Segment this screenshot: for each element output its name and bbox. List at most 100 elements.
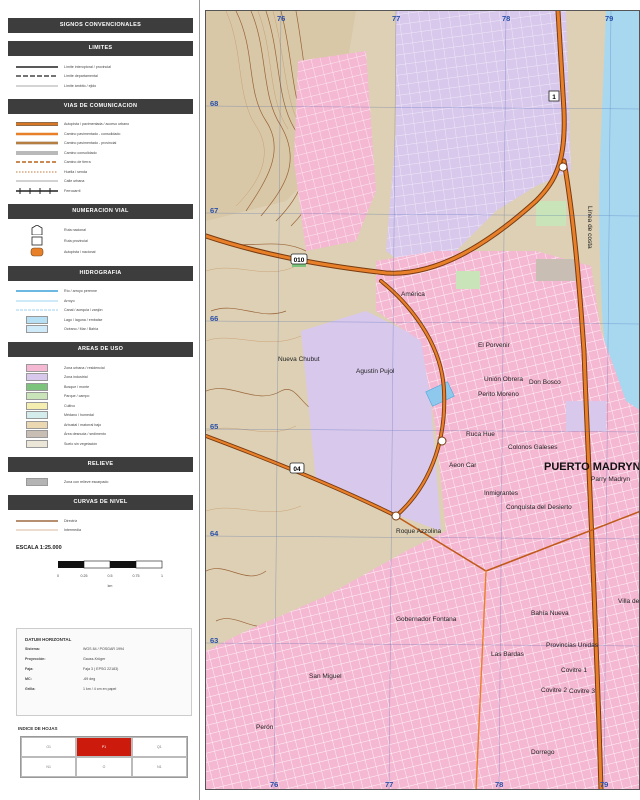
legend-item: Zona con relieve escarpado <box>16 478 193 488</box>
legend-item: Autopista / pavimentada / acceso urbano <box>16 122 130 127</box>
legend-item: Suelo sin vegetación <box>16 439 193 449</box>
legend-item: Bosque / monte <box>16 382 193 392</box>
sheet-index-title: INDICE DE HOJAS <box>18 726 58 731</box>
legend-item: Calle urbana <box>16 179 85 184</box>
place-label: América <box>401 291 425 298</box>
legend-item: Camino de tierra <box>16 160 91 165</box>
legend-item: Zona industrial <box>16 373 193 383</box>
legend-item: Huella / senda <box>16 169 87 174</box>
datum-box: DATUM HORIZONTAL Sistema: WGS 84 / POSGAR… <box>16 628 192 716</box>
sheet-cell[interactable]: O1 <box>21 737 77 757</box>
grid-label: 65 <box>210 422 218 431</box>
section-vias: VIAS DE COMUNICACION <box>8 98 193 114</box>
legend-item: Ruta nacional <box>16 225 193 236</box>
section-numeracion: NUMERACION VIAL <box>8 203 193 219</box>
grid-label: 76 <box>270 780 278 789</box>
datum-row: Faja: Faja 3 ( EPSG 22183) <box>25 667 119 671</box>
sheet-cell[interactable]: O <box>76 757 132 777</box>
place-label: Las Bardas <box>491 651 525 658</box>
grid-label: 76 <box>277 14 285 23</box>
scale-tick: 1 <box>161 574 163 578</box>
legend-item: Camino consolidado <box>16 150 97 155</box>
place-label: Gobernador Fontana <box>396 616 457 623</box>
place-label: Parry Madryn <box>591 476 630 483</box>
place-label: Covitre 3 <box>569 688 595 695</box>
place-label: San Miguel <box>309 673 342 680</box>
section-curvas: CURVAS DE NIVEL <box>8 495 193 510</box>
svg-text:04: 04 <box>293 466 301 473</box>
place-label: Covitre 1 <box>561 667 587 674</box>
place-label: Dorrego <box>531 749 555 756</box>
legend-item: Parque / campo <box>16 392 193 402</box>
sheet-index-grid: O1 P1 Q1 N1 O N1 <box>20 736 188 778</box>
place-label: Bahía Nueva <box>531 610 569 617</box>
grid-label: 63 <box>210 636 218 645</box>
legend-item: Límite interoptoral / provincial <box>16 64 111 69</box>
legend-item: Cultivo <box>16 401 193 411</box>
sheet-cell[interactable]: N1 <box>21 757 77 777</box>
coast-label: Línea de costa <box>586 206 593 249</box>
grid-label: 64 <box>210 529 219 538</box>
legend-title: SIGNOS CONVENCIONALES <box>8 18 193 33</box>
legend-item: Río / arroyo perenne <box>16 289 97 294</box>
place-label: Conquista del Desierto <box>506 504 572 511</box>
legend-item: Zona urbana / residencial <box>16 363 193 373</box>
place-label: Agustín Pujol <box>356 368 395 375</box>
datum-row: MC: -69 deg <box>25 677 96 681</box>
legend-item: Área desnuda / sedimento <box>16 430 193 440</box>
grid-label: 78 <box>495 780 503 789</box>
place-label: Unión Obrera <box>484 376 523 383</box>
legend-item: Directriz <box>16 518 78 523</box>
grid-label: 77 <box>385 780 393 789</box>
place-label: Ruca Hue <box>466 431 495 438</box>
legend-item: Arbustal / matorral bajo <box>16 420 193 430</box>
legend-item: Límite departamental <box>16 74 98 79</box>
grid-label: 68 <box>210 99 218 108</box>
place-label: Roque Azzolina <box>396 528 442 535</box>
legend-item: Autopista / nacional <box>16 247 193 258</box>
place-label: Perito Moreno <box>478 391 519 398</box>
legend-item: Camino pavimentado - provincial <box>16 141 117 146</box>
legend-item: Límite ámbito / ejido <box>16 83 97 88</box>
place-label: Aeon Car <box>449 462 477 469</box>
legend-item: Ferrocarril <box>16 187 81 194</box>
datum-row: Grilla: 1 km / 4 cm en papel <box>25 687 117 691</box>
place-label: Villa de <box>618 598 640 605</box>
place-label: Don Bosco <box>529 379 561 386</box>
grid-label: 79 <box>605 14 613 23</box>
datum-row: Sistema: WGS 84 / POSGAR 1994 <box>25 647 124 651</box>
datum-title: DATUM HORIZONTAL <box>25 637 72 642</box>
section-hidrografia: HIDROGRAFIA <box>8 265 193 281</box>
sheet-cell[interactable]: N1 <box>131 757 187 777</box>
place-label: Inmigrantes <box>484 490 519 497</box>
place-label: Covitre 2 <box>541 687 567 694</box>
legend-item: Ruta provincial <box>16 236 193 247</box>
shield-icon <box>30 247 44 257</box>
scale-tick: 0.75 <box>133 574 140 578</box>
place-label: El Porvenir <box>478 342 511 349</box>
legend-item: Océano / Mar / Bahía <box>16 325 193 335</box>
place-label: Perón <box>256 724 274 731</box>
grid-label: 77 <box>392 14 400 23</box>
city-label: PUERTO MADRYN <box>544 461 640 473</box>
legend-item: Canal / acequia / zanjón <box>16 308 103 313</box>
scale-unit: km <box>108 584 113 588</box>
sheet-cell-current[interactable]: P1 <box>76 737 132 757</box>
map-frame[interactable]: Línea de costa 76 77 78 79 76 77 78 79 6… <box>205 10 640 790</box>
legend-item: Lago / laguna / embalse <box>16 315 193 325</box>
grid-label: 66 <box>210 314 218 323</box>
scale-title: ESCALA 1:25.000 <box>16 545 62 551</box>
legend-item: Intermedia <box>16 528 81 533</box>
legend-item: Camino pavimentado - consolidado <box>16 131 121 136</box>
datum-row: Proyección: Gauss-Krüger <box>25 657 106 661</box>
sheet-cell[interactable]: Q1 <box>131 737 187 757</box>
route-shield: 04 <box>289 462 305 474</box>
svg-text:010: 010 <box>294 257 305 264</box>
shield-icon <box>31 225 43 235</box>
grid-label: 78 <box>502 14 510 23</box>
route-shield: 1 <box>548 90 560 102</box>
place-label: Colonos Galeses <box>508 444 558 451</box>
section-relieve: RELIEVE <box>8 456 193 472</box>
legend-item: Médano / humedal <box>16 411 193 421</box>
place-label: Nueva Chubut <box>278 356 320 363</box>
